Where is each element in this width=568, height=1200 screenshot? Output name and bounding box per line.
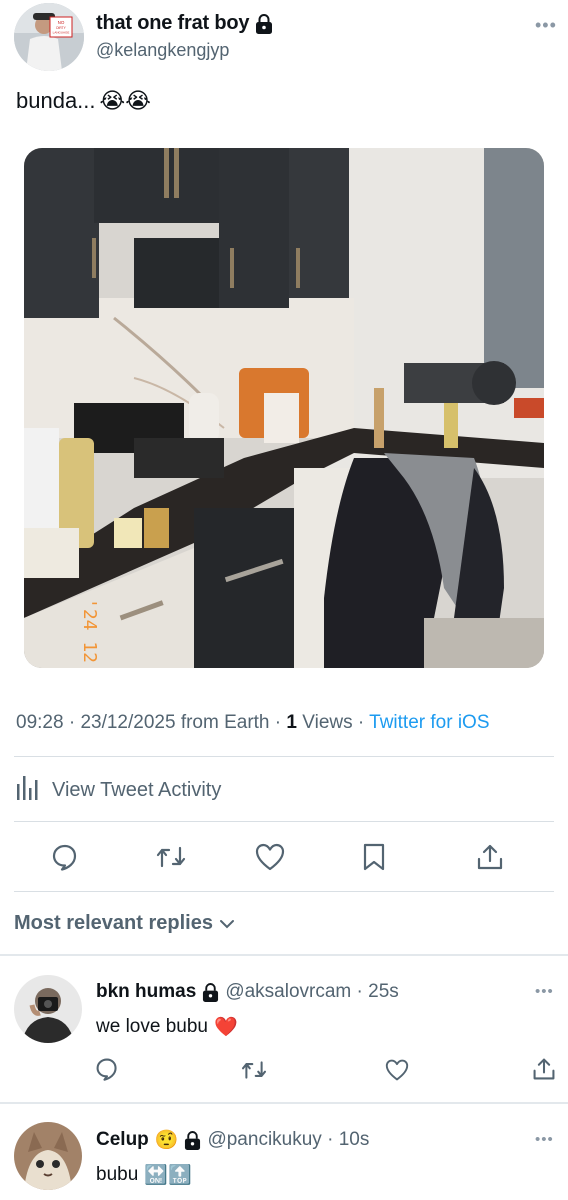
svg-text:DIRTY: DIRTY [56, 26, 66, 30]
like-button[interactable] [384, 1057, 410, 1083]
reply-author[interactable]: bkn humas @aksalovrcam · 25s [96, 981, 399, 1003]
author-name-text: that one frat boy [96, 12, 250, 34]
views-label[interactable]: Views [302, 712, 352, 733]
reply-text-body: bubu [96, 1164, 139, 1185]
tweet-text: bunda... 😭😭 [16, 88, 151, 114]
reply-button[interactable] [50, 842, 80, 872]
chevron-down-icon [219, 919, 234, 928]
reply-text: we love bubu ❤️ [96, 1015, 238, 1039]
replies-sort-dropdown[interactable]: Most relevant replies [14, 912, 235, 935]
lock-icon [255, 13, 273, 34]
svg-text:LANGUAGE: LANGUAGE [53, 31, 70, 35]
heart-icon [255, 843, 285, 871]
retweet-button[interactable] [156, 842, 186, 872]
divider [14, 821, 554, 822]
reply-age: 25s [368, 981, 399, 1002]
section-divider [0, 954, 568, 956]
share-button[interactable] [531, 1056, 557, 1082]
reply-text: bubu 🔛🔝 [96, 1163, 192, 1187]
photo-date-stamp: '24 12 26 [79, 598, 100, 668]
view-tweet-activity-label: View Tweet Activity [52, 778, 222, 801]
share-icon [477, 844, 503, 870]
more-options-icon[interactable]: ••• [535, 16, 557, 34]
client-link[interactable]: Twitter for iOS [369, 712, 489, 733]
tweet-date: 23/12/2025 [80, 712, 176, 733]
reply-button[interactable] [94, 1056, 120, 1082]
reply-handle: @aksalovrcam [225, 981, 352, 1002]
author-handle[interactable]: @kelangkengjyp [96, 40, 229, 61]
replies-header-label: Most relevant replies [14, 912, 213, 934]
reply-handle: @pancikukuy [207, 1129, 322, 1150]
heart-icon [385, 1059, 409, 1081]
svg-text:NO: NO [58, 20, 65, 25]
author-avatar[interactable]: NO DIRTY LANGUAGE [14, 3, 84, 71]
share-button[interactable] [475, 842, 505, 872]
reply-author[interactable]: Celup 🤨 @pancikukuy · 10s [96, 1128, 369, 1152]
reply-icon [96, 1058, 117, 1081]
lock-icon [202, 982, 219, 1002]
retweet-icon [241, 1061, 267, 1079]
more-options-icon[interactable]: ••• [535, 1132, 554, 1147]
author-name[interactable]: that one frat boy [96, 12, 273, 35]
share-icon [533, 1058, 555, 1080]
retweet-button[interactable] [241, 1057, 267, 1083]
reply-age: 10s [338, 1129, 370, 1150]
divider [14, 756, 554, 757]
heart-emoji: ❤️ [213, 1017, 238, 1038]
tweet-meta: 09:28 · 23/12/2025 from Earth · 1 Views … [16, 712, 490, 733]
tweet-photo[interactable]: '24 12 26 [24, 148, 544, 668]
crying-emoji: 😭😭 [99, 88, 151, 113]
reply-author-name: Celup [96, 1129, 149, 1150]
tweet-time: 09:28 [16, 712, 64, 733]
lock-icon [184, 1130, 201, 1150]
retweet-icon [156, 846, 186, 868]
tweet-location: from Earth [180, 712, 270, 733]
tweet-text-body: bunda... [16, 88, 96, 113]
on-top-emoji: 🔛🔝 [144, 1165, 192, 1186]
raised-eyebrow-emoji: 🤨 [154, 1130, 179, 1151]
reply-avatar[interactable] [14, 1122, 82, 1190]
bookmark-icon [363, 843, 385, 871]
reply-divider [0, 1102, 568, 1104]
divider [14, 891, 554, 892]
bookmark-button[interactable] [359, 842, 389, 872]
reply-icon [52, 844, 77, 871]
view-tweet-activity-button[interactable]: View Tweet Activity [16, 774, 221, 806]
reply-text-body: we love bubu [96, 1016, 208, 1037]
analytics-icon [16, 774, 40, 806]
reply-author-name: bkn humas [96, 981, 197, 1002]
more-options-icon[interactable]: ••• [535, 984, 554, 999]
like-button[interactable] [255, 842, 285, 872]
reply-avatar[interactable] [14, 975, 82, 1043]
views-count[interactable]: 1 [286, 712, 297, 733]
